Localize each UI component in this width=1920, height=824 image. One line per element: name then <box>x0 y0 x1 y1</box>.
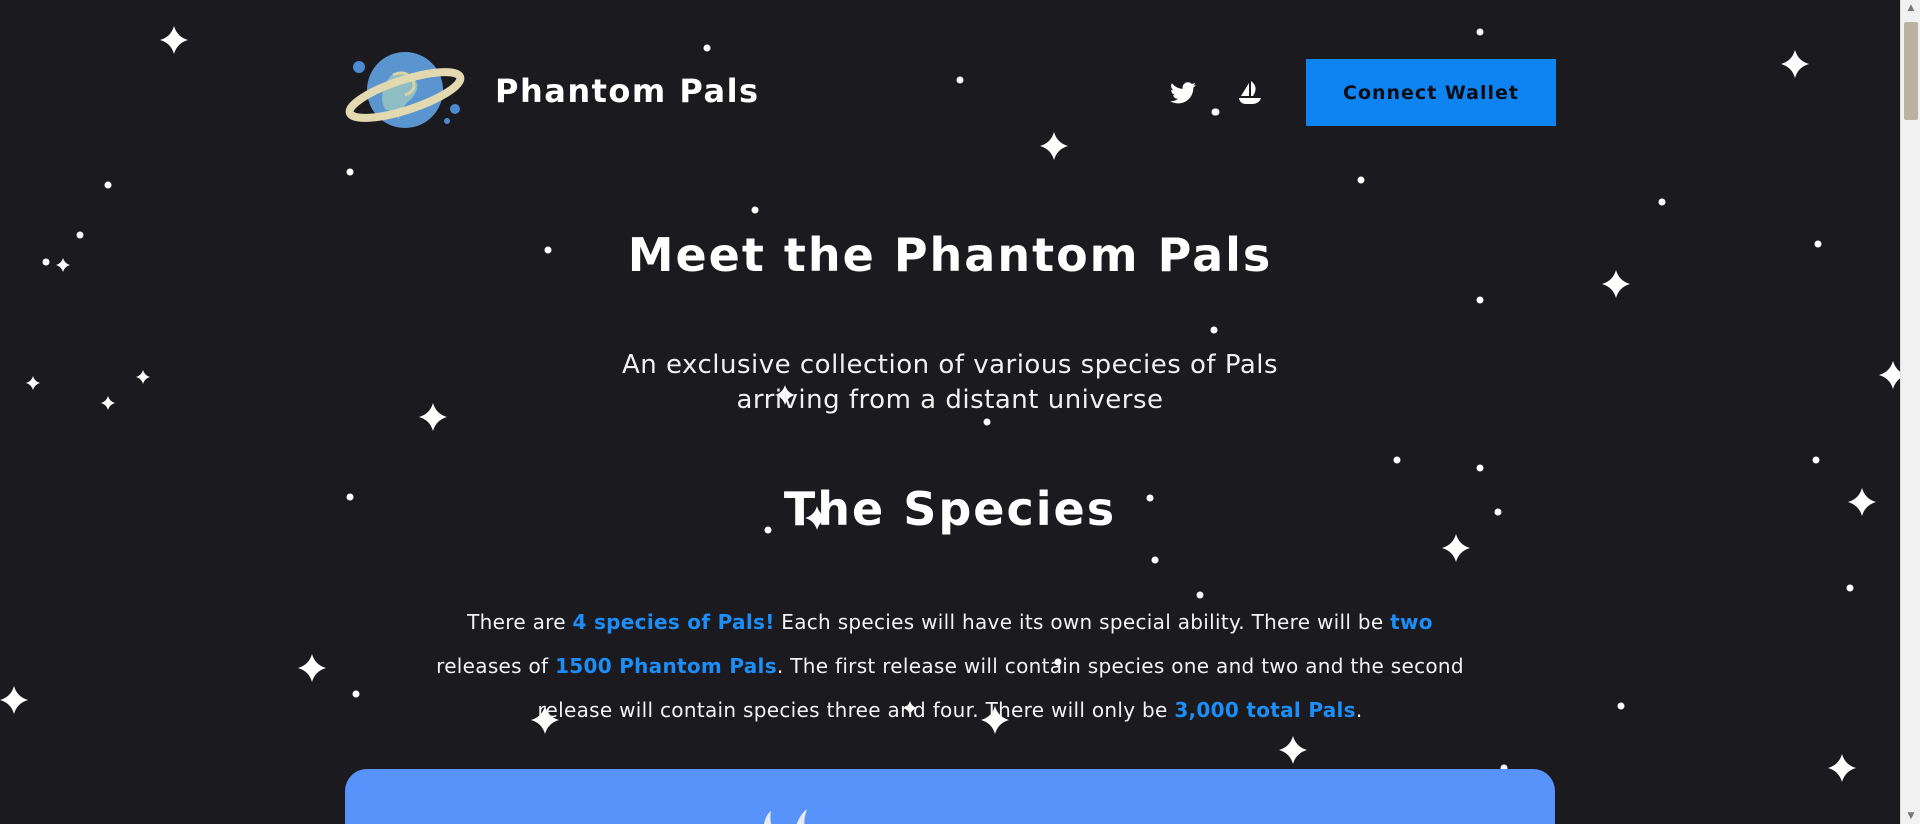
page-scrollbar[interactable]: ▲ ▼ <box>1900 0 1920 824</box>
species-description: There are 4 species of Pals! Each specie… <box>430 600 1470 732</box>
scroll-thumb[interactable] <box>1904 22 1918 120</box>
highlight-release-count: two <box>1390 610 1433 634</box>
highlight-total-pals: 3,000 total Pals <box>1174 698 1356 722</box>
species-title: The Species <box>783 482 1117 536</box>
planet-logo-icon <box>345 52 465 128</box>
hero-subtitle: An exclusive collection of various speci… <box>621 350 1279 415</box>
hero-title: Meet the Phantom Pals <box>627 228 1273 282</box>
brand-name[interactable]: Phantom Pals <box>495 72 760 110</box>
species-text-part: Each species will have its own special a… <box>774 610 1391 634</box>
highlight-release-size: 1500 Phantom Pals <box>555 654 777 678</box>
opensea-link[interactable] <box>1235 78 1265 108</box>
connect-wallet-button[interactable]: Connect Wallet <box>1306 59 1556 126</box>
scroll-up-icon[interactable]: ▲ <box>1901 0 1920 16</box>
species-showcase-panel <box>345 769 1555 824</box>
page: Phantom Pals Connect Wallet Meet the Pha… <box>0 0 1900 824</box>
twitter-link[interactable] <box>1168 78 1198 108</box>
planet-logo[interactable] <box>345 45 467 135</box>
scroll-down-icon[interactable]: ▼ <box>1901 808 1920 824</box>
species-text-part: releases of <box>436 654 556 678</box>
pal-ears-icon <box>763 809 807 824</box>
twitter-icon <box>1170 82 1196 104</box>
species-text-part: . <box>1355 698 1363 722</box>
highlight-species-count: 4 species of Pals! <box>572 610 775 634</box>
species-text-part: There are <box>467 610 573 634</box>
opensea-icon <box>1239 81 1261 104</box>
